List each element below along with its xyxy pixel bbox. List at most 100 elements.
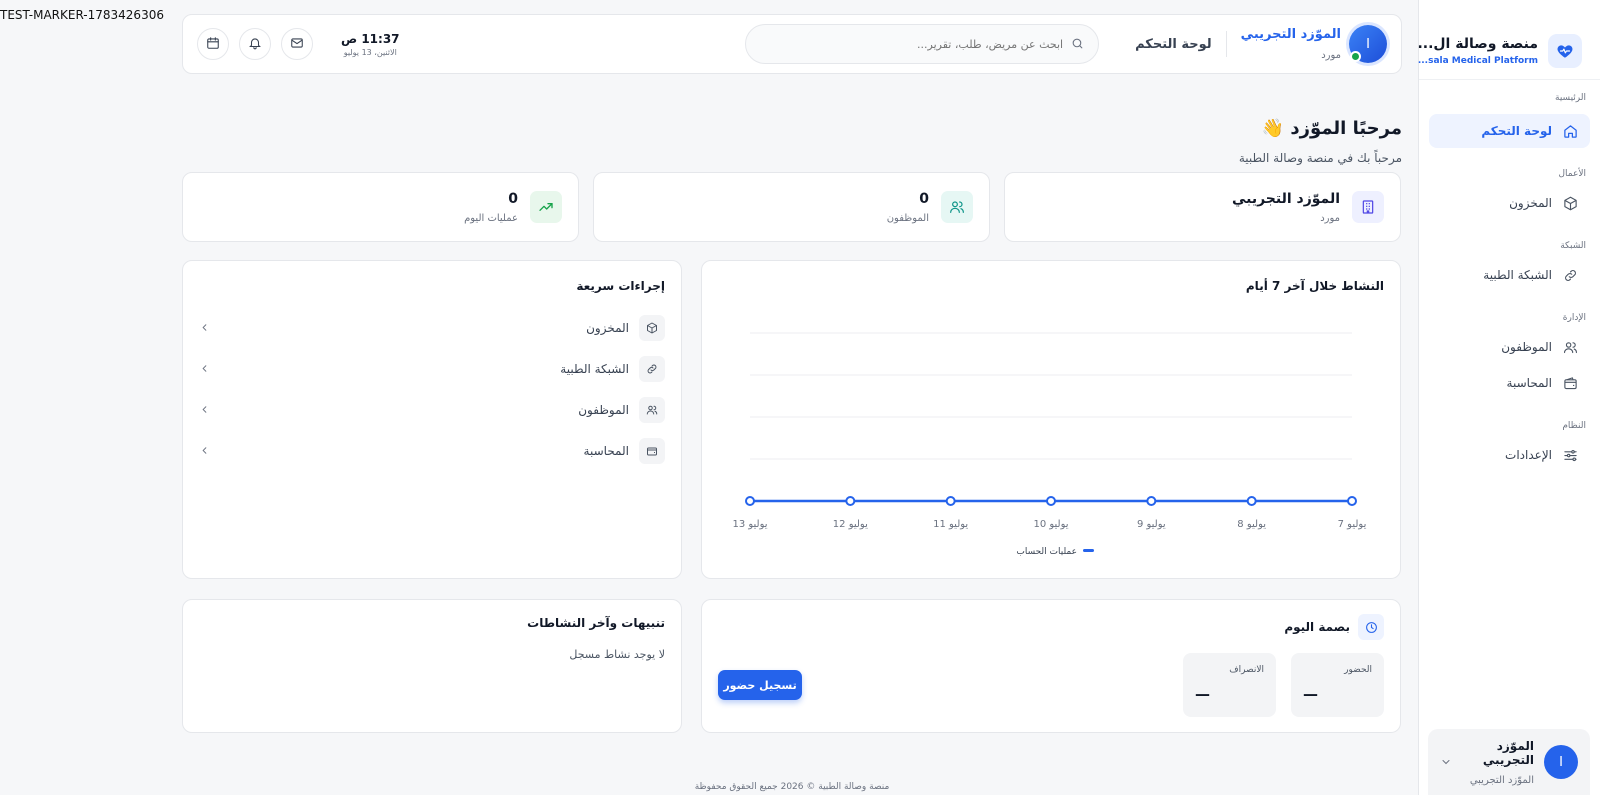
activity-line-chart: 7 يوليو 8 يوليو 9 يوليو 10 يوليو 11 يوليو 12 … xyxy=(732,332,1367,557)
stat-card-employees: 0 الموظفون xyxy=(593,172,990,242)
stat-label: عمليات اليوم xyxy=(464,212,518,224)
clock-date: الاثنين، 13 يوليو xyxy=(343,47,397,57)
data-point[interactable] xyxy=(1246,496,1257,506)
checkin-value: — xyxy=(1303,685,1318,703)
stat-card-supplier: الموّزد التجريبي مورد xyxy=(1004,172,1401,242)
calendar-icon xyxy=(206,35,220,54)
quick-action-label: المحاسبة xyxy=(583,443,629,458)
welcome-title: مرحبًا الموّزد 👋 xyxy=(1261,118,1402,139)
sidebar: منصة وصالة ال... ...sala Medical Platfor… xyxy=(1417,0,1600,795)
bell-icon xyxy=(248,35,262,54)
box-icon xyxy=(1562,195,1578,211)
divider xyxy=(1225,31,1227,57)
sidebar-item-settings[interactable]: الإعدادات xyxy=(1429,438,1590,472)
header-avatar-wrap[interactable]: I xyxy=(1349,25,1387,63)
box-icon xyxy=(639,314,665,341)
legend-label: عمليات الحساب xyxy=(1016,547,1077,557)
checkin-label: الحضور xyxy=(1344,665,1372,675)
sidebar-user-card[interactable]: I الموّزد التجريبي الموّزد التجريبي xyxy=(1428,729,1590,795)
x-tick-label: 10 يوليو xyxy=(1033,519,1068,530)
data-point[interactable] xyxy=(945,496,956,506)
messages-button[interactable] xyxy=(281,28,313,60)
sidebar-item-medical-network[interactable]: الشبكة الطبية xyxy=(1429,258,1590,292)
data-point[interactable] xyxy=(1046,496,1056,506)
clock-time: 11:37 ص xyxy=(341,31,400,46)
stat-card-operations: 0 عمليات اليوم xyxy=(182,172,579,242)
x-tick-label: 9 يوليو xyxy=(1137,519,1166,530)
chevron-down-icon[interactable] xyxy=(1440,753,1452,772)
data-point[interactable] xyxy=(845,496,856,506)
checkout-label: الانصراف xyxy=(1229,665,1264,675)
data-point[interactable] xyxy=(1347,496,1357,506)
sidebar-user-name: الموّزد التجريبي xyxy=(1482,738,1534,767)
nav-section-admin: الإدارة xyxy=(1562,313,1586,323)
quick-actions-card: إجراءات سريعة المخزون الشبكة الطبية المو… xyxy=(182,260,682,579)
welcome-subtitle: مرحباً بك في منصة وصالة الطبية xyxy=(1238,151,1402,165)
data-point[interactable] xyxy=(1146,496,1157,506)
x-tick-label: 11 يوليو xyxy=(933,519,968,530)
alerts-empty-text: لا يوجد نشاط مسجل xyxy=(569,648,665,661)
sidebar-item-accounting[interactable]: المحاسبة xyxy=(1429,366,1590,400)
quick-action-inventory[interactable]: المخزون xyxy=(183,307,681,348)
sidebar-item-employees[interactable]: الموظفون xyxy=(1429,330,1590,364)
chevron-left-icon xyxy=(199,400,210,419)
quick-action-label: المخزون xyxy=(586,320,629,335)
x-tick-label: 13 يوليو xyxy=(732,519,767,530)
building-icon xyxy=(1352,191,1384,223)
brand-subtitle: ...sala Medical Platform xyxy=(1417,55,1538,66)
sidebar-item-label: الإعدادات xyxy=(1505,448,1552,462)
data-point[interactable] xyxy=(745,496,755,506)
link-icon xyxy=(1562,267,1578,283)
search-input[interactable] xyxy=(760,37,1064,51)
quick-action-employees[interactable]: الموظفون xyxy=(183,389,681,430)
chevron-left-icon xyxy=(199,359,210,378)
x-tick-label: 7 يوليو xyxy=(1338,519,1367,530)
sidebar-item-label: المحاسبة xyxy=(1506,376,1552,390)
checkout-value: — xyxy=(1195,685,1210,703)
clock-icon xyxy=(1358,614,1384,640)
search-bar[interactable] xyxy=(745,24,1100,64)
avatar: I xyxy=(1544,745,1578,779)
stat-label: مورد xyxy=(1320,212,1340,224)
calendar-button[interactable] xyxy=(197,28,229,60)
sidebar-item-label: الموظفون xyxy=(1501,340,1552,354)
stat-value: الموّزد التجريبي xyxy=(1231,190,1340,207)
sidebar-item-dashboard[interactable]: لوحة التحكم xyxy=(1429,114,1590,148)
sidebar-item-label: الشبكة الطبية xyxy=(1483,268,1552,282)
wallet-icon xyxy=(1562,375,1578,391)
checkout-box: الانصراف — xyxy=(1183,653,1276,717)
sidebar-item-inventory[interactable]: المخزون xyxy=(1429,186,1590,220)
test-marker: TEST-MARKER-1783426306 xyxy=(0,8,164,22)
nav-section-system: النظام xyxy=(1562,421,1586,431)
heart-logo-icon xyxy=(1548,33,1582,68)
wallet-icon xyxy=(639,437,665,464)
quick-actions-title: إجراءات سريعة xyxy=(576,279,665,293)
main-content: I الموّزد التجريبي مورد لوحة التحكم 11:3… xyxy=(182,14,1402,165)
users-icon xyxy=(1562,339,1578,355)
alerts-title: تنبيهات وآخر النشاطات xyxy=(527,616,665,630)
sidebar-user-role: الموّزد التجريبي xyxy=(1469,774,1534,786)
stat-label: الموظفون xyxy=(886,212,929,224)
sidebar-item-label: المخزون xyxy=(1509,196,1552,210)
notifications-button[interactable] xyxy=(239,28,271,60)
quick-action-label: الموظفون xyxy=(578,402,629,417)
quick-action-medical-network[interactable]: الشبكة الطبية xyxy=(183,348,681,389)
fingerprint-card: بصمة اليوم الحضور — الانصراف — تسجيل حضو… xyxy=(701,599,1401,733)
stat-value: 0 xyxy=(919,190,929,207)
home-icon xyxy=(1562,123,1578,139)
nav-section-network: الشبكة xyxy=(1560,241,1586,251)
fingerprint-title: بصمة اليوم xyxy=(1284,620,1350,634)
sidebar-item-label: لوحة التحكم xyxy=(1481,124,1552,138)
sliders-icon xyxy=(1562,447,1578,463)
quick-action-label: الشبكة الطبية xyxy=(560,361,629,376)
quick-action-accounting[interactable]: المحاسبة xyxy=(183,430,681,471)
checkin-box: الحضور — xyxy=(1291,653,1384,717)
header-user-name: الموّزد التجريبي xyxy=(1240,27,1341,42)
page-title: لوحة التحكم xyxy=(1135,36,1212,52)
check-in-button[interactable]: تسجيل حضور xyxy=(718,670,802,700)
users-icon xyxy=(639,396,665,423)
brand[interactable]: منصة وصالة ال... ...sala Medical Platfor… xyxy=(1417,0,1600,80)
chevron-left-icon xyxy=(199,441,210,460)
header-user-role: مورد xyxy=(1321,50,1341,61)
users-icon xyxy=(941,191,973,223)
